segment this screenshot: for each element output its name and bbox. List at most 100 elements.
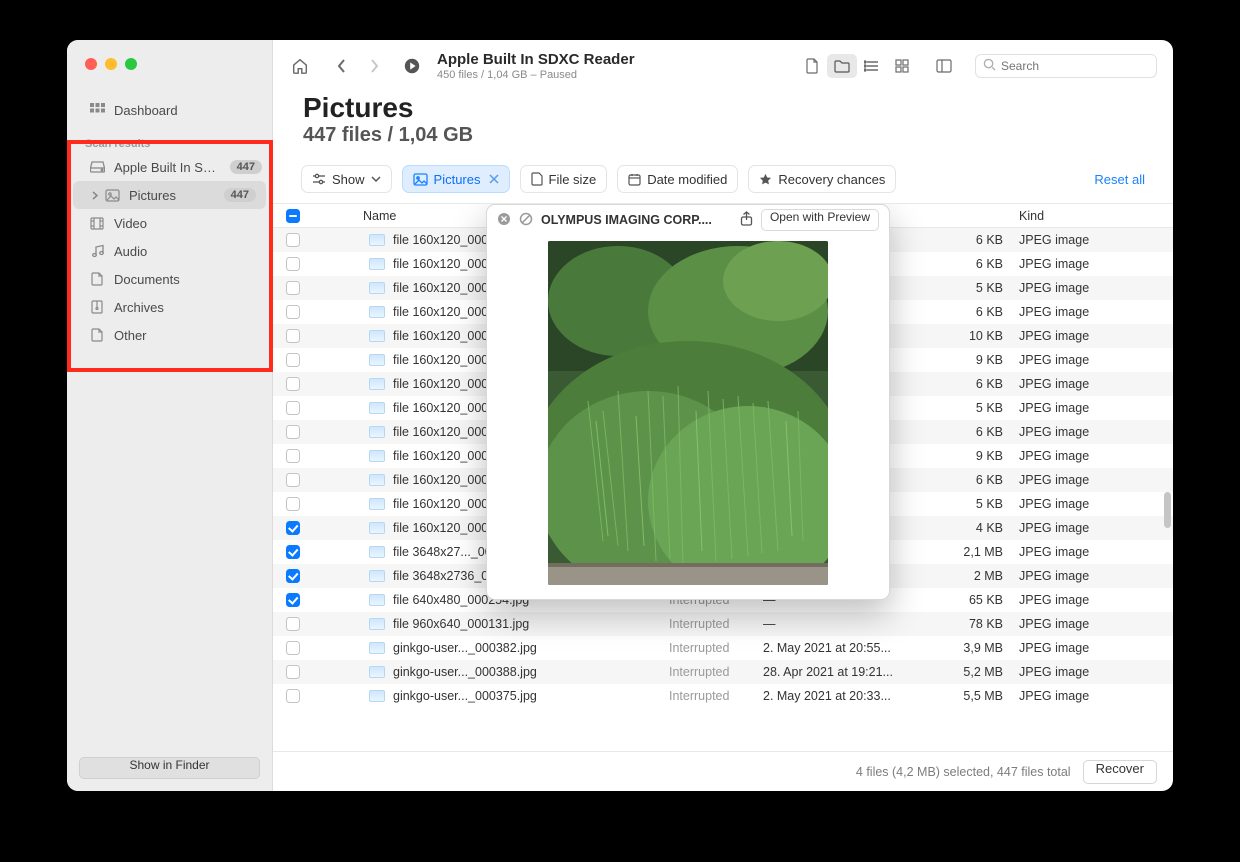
recovery-filter-button[interactable]: Recovery chances	[748, 165, 896, 193]
sidebar-item-label: Audio	[114, 244, 262, 259]
row-checkbox[interactable]	[286, 353, 300, 367]
file-kind: JPEG image	[1013, 473, 1173, 487]
row-checkbox[interactable]	[286, 281, 300, 295]
file-size: 5,2 MB	[943, 665, 1013, 679]
row-checkbox[interactable]	[286, 473, 300, 487]
row-checkbox[interactable]	[286, 497, 300, 511]
forward-icon[interactable]	[363, 55, 385, 77]
show-filter-button[interactable]: Show	[301, 165, 392, 193]
row-checkbox[interactable]	[286, 329, 300, 343]
file-thumb-icon	[369, 474, 385, 486]
pictures-filter-label: Pictures	[434, 172, 481, 187]
select-all-checkbox[interactable]	[286, 209, 300, 223]
file-status: Interrupted	[663, 689, 763, 703]
header: Pictures 447 files / 1,04 GB	[273, 92, 1173, 165]
open-with-preview-button[interactable]: Open with Preview	[761, 209, 879, 231]
sidebar-item-badge: 447	[224, 188, 256, 202]
page-title: Pictures	[303, 92, 1143, 124]
close-preview-icon[interactable]	[497, 212, 511, 229]
row-checkbox[interactable]	[286, 305, 300, 319]
row-checkbox[interactable]	[286, 641, 300, 655]
sidebar-item-video[interactable]: Video	[67, 209, 272, 237]
sidebar-item-archives[interactable]: Archives	[67, 293, 272, 321]
file-kind: JPEG image	[1013, 641, 1173, 655]
table-row[interactable]: ginkgo-user..._000382.jpgInterrupted2. M…	[273, 636, 1173, 660]
file-size: 6 KB	[943, 305, 1013, 319]
view-folder-icon[interactable]	[827, 54, 857, 78]
maximize-icon[interactable]	[125, 58, 137, 70]
file-thumb-icon	[369, 234, 385, 246]
file-kind: JPEG image	[1013, 569, 1173, 583]
file-table: Name Kind file 160x120_000266 KBJPEG ima…	[273, 203, 1173, 751]
show-in-finder-button[interactable]: Show in Finder	[79, 757, 260, 779]
search-field[interactable]	[975, 54, 1157, 78]
file-thumb-icon	[369, 498, 385, 510]
preview-popover: OLYMPUS IMAGING CORP.... Open with Previ…	[486, 204, 890, 600]
sidebar-item-label: Archives	[114, 300, 262, 315]
view-list-icon[interactable]	[857, 54, 887, 78]
file-kind: JPEG image	[1013, 377, 1173, 391]
view-grid-icon[interactable]	[887, 54, 917, 78]
search-input[interactable]	[1001, 59, 1156, 73]
scrollbar-thumb[interactable]	[1164, 492, 1171, 528]
recover-button[interactable]: Recover	[1083, 760, 1157, 784]
chevron-right-icon	[89, 191, 99, 200]
minimize-icon[interactable]	[105, 58, 117, 70]
sidebar-item-audio[interactable]: Audio	[67, 237, 272, 265]
file-kind: JPEG image	[1013, 665, 1173, 679]
row-checkbox[interactable]	[286, 569, 300, 583]
row-checkbox[interactable]	[286, 665, 300, 679]
file-kind: JPEG image	[1013, 233, 1173, 247]
row-checkbox[interactable]	[286, 449, 300, 463]
file-size: 5 KB	[943, 281, 1013, 295]
file-size: 3,9 MB	[943, 641, 1013, 655]
sidebar-item-label: Documents	[114, 272, 262, 287]
doc-icon	[89, 272, 105, 286]
table-row[interactable]: ginkgo-user..._000375.jpgInterrupted2. M…	[273, 684, 1173, 708]
reset-all-button[interactable]: Reset all	[1094, 172, 1145, 187]
row-checkbox[interactable]	[286, 689, 300, 703]
home-icon[interactable]	[289, 55, 311, 77]
table-row[interactable]: ginkgo-user..._000388.jpgInterrupted28. …	[273, 660, 1173, 684]
music-icon	[89, 244, 105, 258]
table-row[interactable]: file 960x640_000131.jpgInterrupted—78 KB…	[273, 612, 1173, 636]
sidebar-item-dashboard[interactable]: Dashboard	[67, 96, 272, 124]
row-checkbox[interactable]	[286, 521, 300, 535]
row-checkbox[interactable]	[286, 593, 300, 607]
drive-subtitle: 450 files / 1,04 GB – Paused	[437, 69, 635, 81]
share-icon[interactable]	[740, 211, 753, 229]
file-size: 6 KB	[943, 377, 1013, 391]
play-icon[interactable]	[401, 55, 423, 77]
row-checkbox[interactable]	[286, 617, 300, 631]
sidebar-item-pictures[interactable]: Pictures447	[73, 181, 266, 209]
column-kind-header[interactable]: Kind	[1013, 209, 1173, 223]
row-checkbox[interactable]	[286, 425, 300, 439]
row-checkbox[interactable]	[286, 233, 300, 247]
file-thumb-icon	[369, 570, 385, 582]
file-thumb-icon	[369, 306, 385, 318]
file-size: 5,5 MB	[943, 689, 1013, 703]
file-kind: JPEG image	[1013, 401, 1173, 415]
row-checkbox[interactable]	[286, 377, 300, 391]
row-checkbox[interactable]	[286, 257, 300, 271]
file-name: ginkgo-user..._000388.jpg	[393, 665, 537, 679]
file-status: Interrupted	[663, 641, 763, 655]
grid-icon	[89, 103, 105, 118]
file-kind: JPEG image	[1013, 689, 1173, 703]
back-icon[interactable]	[331, 55, 353, 77]
file-thumb-icon	[369, 282, 385, 294]
remove-filter-icon[interactable]	[489, 172, 499, 187]
sidebar-item-other[interactable]: Other	[67, 321, 272, 349]
sidebar-item-apple-built-in-sd-[interactable]: Apple Built In SD...447	[67, 153, 272, 181]
row-checkbox[interactable]	[286, 401, 300, 415]
view-file-icon[interactable]	[797, 54, 827, 78]
pictures-filter-chip[interactable]: Pictures	[402, 165, 510, 193]
view-column-icon[interactable]	[929, 54, 959, 78]
filesize-filter-button[interactable]: File size	[520, 165, 608, 193]
row-checkbox[interactable]	[286, 545, 300, 559]
date-filter-button[interactable]: Date modified	[617, 165, 738, 193]
close-icon[interactable]	[85, 58, 97, 70]
sidebar-item-documents[interactable]: Documents	[67, 265, 272, 293]
file-kind: JPEG image	[1013, 497, 1173, 511]
file-status: Interrupted	[663, 665, 763, 679]
